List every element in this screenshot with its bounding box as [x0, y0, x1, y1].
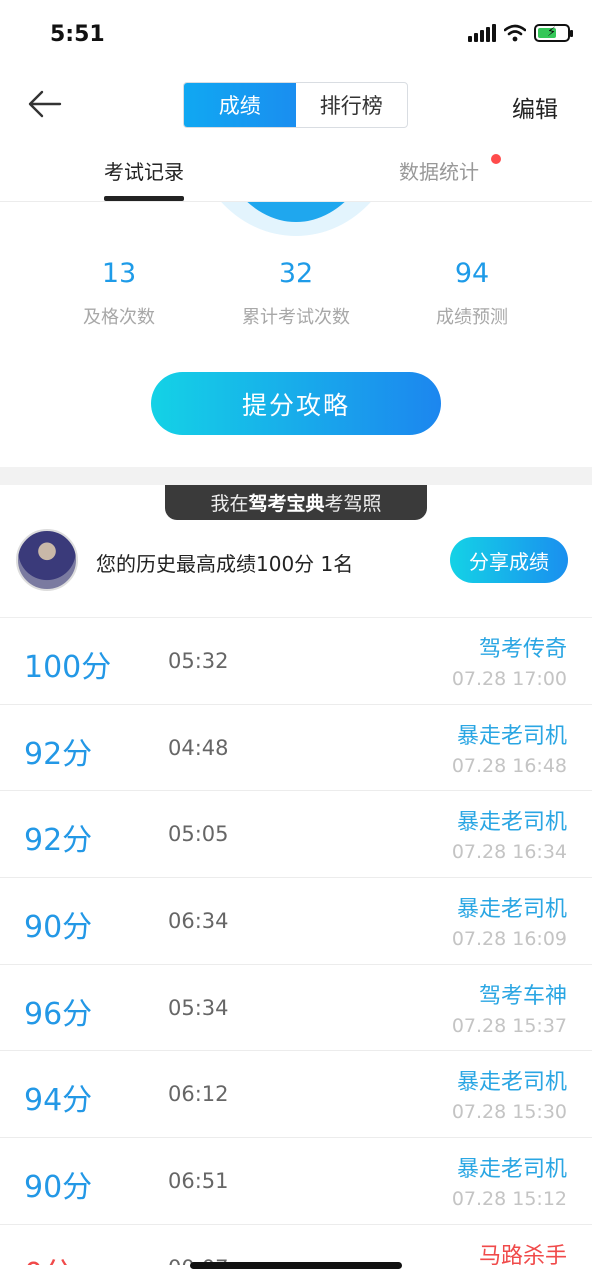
- back-arrow-icon[interactable]: [24, 86, 64, 122]
- tab-scores[interactable]: 成绩: [184, 83, 296, 127]
- record-duration: 06:51: [168, 1169, 229, 1194]
- record-score: 100分: [24, 650, 112, 685]
- record-score: 94分: [24, 1083, 93, 1119]
- status-time: 5:51: [50, 22, 105, 47]
- active-tab-underline: [104, 196, 184, 201]
- stat-label: 成绩预测: [436, 307, 508, 328]
- record-title: 暴走老司机: [456, 1157, 567, 1183]
- record-time: 07.28 16:09: [451, 928, 567, 951]
- edit-button[interactable]: 编辑: [512, 90, 558, 124]
- stat-value: 13: [101, 258, 137, 289]
- record-duration: 05:34: [168, 995, 229, 1020]
- record-title: 驾考车神: [478, 983, 567, 1009]
- home-indicator: [190, 1262, 402, 1269]
- wifi-icon: [504, 24, 526, 42]
- record-duration: 05:05: [168, 822, 229, 847]
- record-title: 暴走老司机: [456, 723, 567, 749]
- list-item[interactable]: 90分 06:34 暴走老司机 07.28 16:09: [0, 878, 592, 965]
- record-title: 暴走老司机: [456, 897, 567, 923]
- tab-exam-records[interactable]: 考试记录: [104, 156, 184, 201]
- battery-icon: ⚡: [534, 24, 573, 42]
- notification-dot: [491, 154, 501, 164]
- record-score: 96分: [24, 996, 93, 1032]
- improve-score-tips-button[interactable]: 提分攻略: [151, 372, 441, 435]
- record-time: 07.28 16:48: [451, 754, 567, 777]
- record-duration: 06:12: [168, 1082, 229, 1107]
- best-score-text: 您的历史最高成绩100分 1名: [96, 552, 354, 576]
- tab-exam-records-label: 考试记录: [104, 160, 184, 184]
- record-score: 92分: [24, 736, 93, 772]
- signal-icon: [468, 24, 496, 42]
- status-icons: ⚡: [468, 24, 573, 42]
- stat-value: 32: [278, 258, 314, 289]
- best-score-row: 您的历史最高成绩100分 1名 分享成绩: [0, 526, 592, 618]
- list-item[interactable]: 90分 06:51 暴走老司机 07.28 15:12: [0, 1138, 592, 1225]
- tab-data-statistics[interactable]: 数据统计: [399, 156, 479, 185]
- stat-score-prediction: 94 成绩预测: [382, 258, 562, 329]
- list-item[interactable]: 96分 05:34 驾考车神 07.28 15:37: [0, 965, 592, 1052]
- brand-banner: 我在 驾考宝典 考驾照: [165, 485, 427, 520]
- record-title: 暴走老司机: [456, 1070, 567, 1096]
- status-bar: 5:51 ⚡: [0, 0, 592, 70]
- list-item[interactable]: 0分 00:07 马路杀手: [0, 1225, 592, 1265]
- record-title: 暴走老司机: [456, 810, 567, 836]
- stat-value: 94: [454, 258, 490, 289]
- tab-data-statistics-label: 数据统计: [399, 160, 479, 184]
- record-score: 90分: [24, 1170, 93, 1206]
- list-item[interactable]: 92分 04:48 暴走老司机 07.28 16:48: [0, 705, 592, 792]
- avatar: [16, 529, 78, 591]
- record-time: 07.28 16:34: [451, 841, 567, 864]
- stat-label: 累计考试次数: [242, 307, 350, 328]
- record-time: 07.28 15:37: [451, 1014, 567, 1037]
- stat-label: 及格次数: [83, 307, 155, 328]
- stat-total-exams: 32 累计考试次数: [206, 258, 386, 329]
- list-item[interactable]: 100分 05:32 驾考传奇 07.28 17:00: [0, 618, 592, 705]
- record-score: 90分: [24, 910, 93, 946]
- exam-records-list: 100分 05:32 驾考传奇 07.28 17:00 92分 04:48 暴走…: [0, 618, 592, 1265]
- record-duration: 04:48: [168, 735, 229, 760]
- record-time: 07.28 15:30: [451, 1101, 567, 1124]
- score-circle: [0, 202, 592, 238]
- list-item[interactable]: 94分 06:12 暴走老司机 07.28 15:30: [0, 1051, 592, 1139]
- record-time: 07.28 15:12: [451, 1188, 567, 1211]
- record-duration: 06:34: [168, 909, 229, 934]
- record-score: 0分: [24, 1249, 73, 1265]
- sub-tabs: 考试记录 数据统计: [0, 140, 592, 202]
- nav-bar: 成绩 排行榜 编辑: [0, 70, 592, 140]
- segmented-control: 成绩 排行榜: [183, 82, 408, 128]
- list-item[interactable]: 92分 05:05 暴走老司机 07.28 16:34: [0, 791, 592, 879]
- record-title: 驾考传奇: [478, 637, 567, 662]
- banner-suffix: 考驾照: [324, 493, 382, 515]
- stats-row: 13 及格次数 32 累计考试次数 94 成绩预测: [0, 258, 592, 338]
- record-time: 07.28 17:00: [451, 668, 567, 690]
- tab-leaderboard[interactable]: 排行榜: [296, 83, 408, 127]
- record-duration: 05:32: [168, 649, 229, 673]
- stat-pass-count: 13 及格次数: [29, 258, 209, 329]
- section-divider: [0, 467, 592, 485]
- banner-prefix: 我在: [210, 493, 249, 515]
- banner-brand: 驾考宝典: [248, 493, 325, 515]
- record-title: 马路杀手: [478, 1243, 567, 1265]
- share-score-button[interactable]: 分享成绩: [450, 537, 568, 583]
- record-score: 92分: [24, 823, 93, 859]
